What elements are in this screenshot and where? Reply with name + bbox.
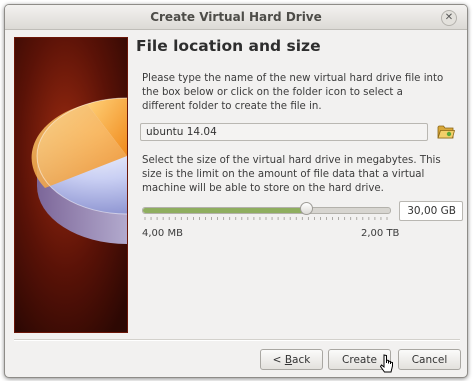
size-input[interactable] [399,201,463,221]
size-slider-fill [143,208,308,213]
back-button-label: < Back [272,354,311,366]
choose-folder-button[interactable] [437,123,456,140]
mouse-pointer-icon [380,354,393,373]
size-max-label: 2,00 TB [361,228,400,239]
location-description: Please type the name of the new virtual … [142,73,444,112]
button-separator [14,339,460,341]
size-description: Select the size of the virtual hard driv… [142,155,441,194]
file-location-input[interactable] [140,123,428,141]
size-slider-ticks [144,217,388,220]
hard-drive-illustration [15,38,127,332]
cancel-button[interactable]: Cancel [398,349,461,370]
close-icon: ✕ [444,12,454,23]
title-bar[interactable]: Create Virtual Hard Drive ✕ [5,5,467,30]
close-button[interactable]: ✕ [441,10,457,26]
size-slider-track[interactable] [142,207,391,214]
size-min-label: 4,00 MB [142,228,183,239]
window-title: Create Virtual Hard Drive [150,10,322,24]
folder-icon [437,125,456,139]
wizard-side-image [14,37,128,333]
create-virtual-hard-drive-dialog: Create Virtual Hard Drive ✕ File locatio… [4,4,468,378]
back-button[interactable]: < Back [260,349,323,370]
page-heading: File location and size [136,37,321,55]
